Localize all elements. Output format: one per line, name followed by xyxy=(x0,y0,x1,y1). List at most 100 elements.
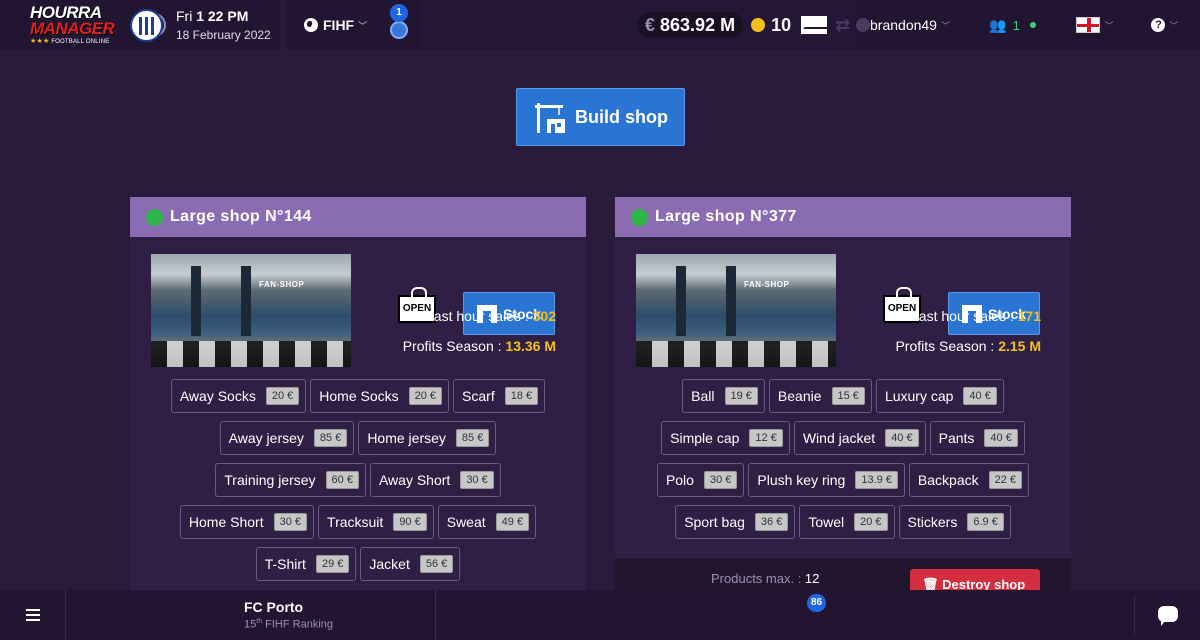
mail-icon[interactable] xyxy=(801,16,828,34)
logo-line-3: ★★★ FOOTBALL ONLINE xyxy=(30,37,109,45)
coins-display[interactable]: 10 xyxy=(751,15,791,36)
federation-label: FIHF xyxy=(323,17,355,33)
matches-button[interactable]: 1 xyxy=(376,0,421,50)
last-hour-sales-value: 302 xyxy=(532,308,556,324)
product-price: 36 € xyxy=(754,513,789,531)
england-flag-icon xyxy=(1076,17,1101,33)
product-name: Pants xyxy=(938,430,975,446)
product-name: T-Shirt xyxy=(264,556,306,572)
product-name: Sweat xyxy=(446,514,486,530)
product-name: Ball xyxy=(691,388,715,404)
divider xyxy=(1134,596,1135,634)
app-logo[interactable]: HOURRA MANAGER ★★★ FOOTBALL ONLINE xyxy=(0,0,130,50)
product-item[interactable]: Polo 30 € xyxy=(656,463,745,497)
username: brandon49 xyxy=(870,17,937,33)
chevron-down-icon: ﹀ xyxy=(940,20,950,31)
product-name: Tracksuit xyxy=(327,514,384,530)
product-price: 20 € xyxy=(265,387,300,405)
product-item[interactable]: Sport bag 36 € xyxy=(675,505,796,539)
build-shop-button[interactable]: Build shop xyxy=(516,88,685,146)
product-price: 90 € xyxy=(393,513,427,531)
product-name: Backpack xyxy=(917,472,979,488)
product-item[interactable]: T-Shirt 29 € xyxy=(255,547,357,581)
product-name: Away jersey xyxy=(228,430,304,446)
product-price: 85 € xyxy=(455,429,490,447)
open-status-icon xyxy=(146,208,163,226)
product-item[interactable]: Wind jacket 40 € xyxy=(793,421,926,455)
product-name: Luxury cap xyxy=(884,388,954,404)
product-item[interactable]: Pants 40 € xyxy=(929,421,1025,455)
product-name: Scarf xyxy=(462,388,495,404)
product-price: 22 € xyxy=(988,471,1023,489)
last-hour-sales-label: Last hour sales : xyxy=(426,308,533,324)
product-item[interactable]: Away Short 30 € xyxy=(369,463,501,497)
product-item[interactable]: Jacket 56 € xyxy=(360,547,461,581)
shop-title: Large shop N°144 xyxy=(170,208,312,225)
user-menu[interactable]: brandon49 ﹀ xyxy=(855,0,965,50)
product-name: Towel xyxy=(808,514,845,530)
product-item[interactable]: Towel 20 € xyxy=(799,505,895,539)
product-row: Sport bag 36 € Towel 20 € Stickers 6.9 € xyxy=(675,505,1011,539)
product-row: Training jersey 60 € Away Short 30 € xyxy=(215,463,501,497)
logo-stars: ★★★ xyxy=(30,38,50,45)
globe-icon xyxy=(304,18,318,32)
info-icon[interactable] xyxy=(856,18,871,32)
product-item[interactable]: Home Short 30 € xyxy=(179,505,315,539)
product-item[interactable]: Stickers 6.9 € xyxy=(898,505,1011,539)
product-price: 85 € xyxy=(313,429,348,447)
product-item[interactable]: Sweat 49 € xyxy=(437,505,537,539)
product-item[interactable]: Away Socks 20 € xyxy=(170,379,307,413)
product-item[interactable]: Home jersey 85 € xyxy=(358,421,497,455)
club-info[interactable]: FC Porto 15th FIHF Ranking xyxy=(66,590,436,640)
profits-season-label: Profits Season : xyxy=(402,338,506,354)
club-name: FC Porto xyxy=(244,599,304,616)
product-item[interactable]: Simple cap 12 € xyxy=(661,421,790,455)
product-name: Plush key ring xyxy=(757,472,846,488)
online-count: 1 xyxy=(1012,17,1020,33)
products-max-label: Products max. : xyxy=(711,571,805,586)
last-hour-sales-value: 171 xyxy=(1017,308,1041,324)
product-row: Home Short 30 € Tracksuit 90 € Sweat 49 € xyxy=(179,505,537,539)
club-rank-number: 15 xyxy=(244,618,257,631)
chat-icon[interactable] xyxy=(1158,606,1178,626)
chevron-down-icon: ﹀ xyxy=(1104,20,1114,31)
product-name: Home Socks xyxy=(319,388,399,404)
product-price: 19 € xyxy=(724,387,758,405)
transfer-icon[interactable]: ⇄ xyxy=(835,15,850,36)
clock-day: Fri xyxy=(176,8,193,24)
users-icon: 👥 xyxy=(989,16,1007,33)
product-list: Ball 19 € Beanie 15 € Luxury cap 40 € Simpl… xyxy=(615,379,1071,539)
product-item[interactable]: Backpack 22 € xyxy=(908,463,1030,497)
product-row: Polo 30 € Plush key ring 13.9 € Backpack 22… xyxy=(656,463,1030,497)
shop-header: Large shop N°144 xyxy=(130,197,586,237)
clock-day-time: Fri 1 22 PM xyxy=(176,8,271,24)
product-price: 30 € xyxy=(703,471,738,489)
product-item[interactable]: Plush key ring 13.9 € xyxy=(748,463,905,497)
product-item[interactable]: Home Socks 20 € xyxy=(310,379,450,413)
crane-icon xyxy=(535,103,565,133)
help-menu[interactable]: ? ﹀ xyxy=(1130,0,1200,50)
product-item[interactable]: Tracksuit 90 € xyxy=(318,505,434,539)
resources: € 863.92 M 10 ⇄ xyxy=(637,3,871,47)
product-row: Away Socks 20 € Home Socks 20 € Scarf 18 € xyxy=(170,379,546,413)
destroy-shop-button[interactable]: 🗑 Destroy shop xyxy=(910,569,1040,590)
federation-selector[interactable]: FIHF ﹀ xyxy=(286,0,376,50)
product-item[interactable]: Away jersey 85 € xyxy=(219,421,355,455)
product-item[interactable]: Beanie 15 € xyxy=(768,379,872,413)
mail-badge: 86 xyxy=(807,594,827,612)
money-display[interactable]: € 863.92 M xyxy=(637,12,744,38)
product-price: 40 € xyxy=(963,387,997,405)
product-item[interactable]: Ball 19 € xyxy=(682,379,765,413)
product-row: Away jersey 85 € Home jersey 85 € xyxy=(219,421,497,455)
product-item[interactable]: Luxury cap 40 € xyxy=(875,379,1004,413)
product-price: 12 € xyxy=(749,429,783,447)
online-friends[interactable]: 👥 1 xyxy=(965,0,1060,50)
profits-season-label: Profits Season : xyxy=(895,338,999,354)
top-bar: HOURRA MANAGER ★★★ FOOTBALL ONLINE Fri 1… xyxy=(0,0,1200,50)
language-selector[interactable]: ﹀ xyxy=(1060,0,1130,50)
main-menu-button[interactable] xyxy=(0,590,66,640)
product-row: Ball 19 € Beanie 15 € Luxury cap 40 € xyxy=(682,379,1004,413)
product-item[interactable]: Training jersey 60 € xyxy=(215,463,366,497)
product-item[interactable]: Scarf 18 € xyxy=(453,379,546,413)
shop-title: Large shop N°377 xyxy=(655,208,797,225)
